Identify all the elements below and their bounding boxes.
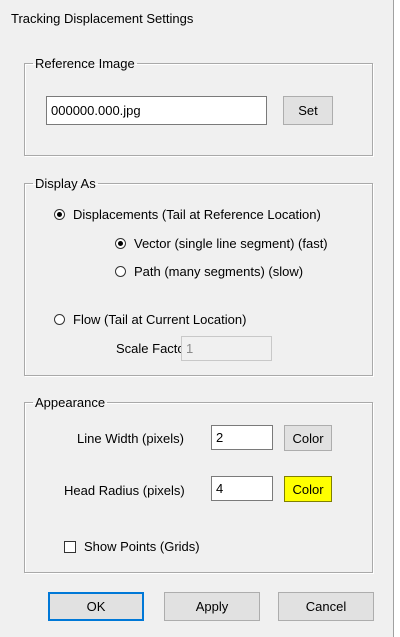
head-radius-input[interactable] [211,476,273,501]
path-radio[interactable] [115,266,126,277]
line-width-input[interactable] [211,425,273,450]
apply-button[interactable]: Apply [164,592,260,621]
head-radius-label: Head Radius (pixels) [64,483,185,498]
path-radio-option[interactable]: Path (many segments) (slow) [115,264,303,279]
flow-label: Flow (Tail at Current Location) [73,312,247,327]
set-button[interactable]: Set [283,96,333,125]
flow-radio[interactable] [54,314,65,325]
reference-image-legend: Reference Image [35,56,135,71]
scale-factor-input [181,336,272,361]
flow-radio-option[interactable]: Flow (Tail at Current Location) [54,312,246,327]
show-points-checkbox[interactable] [64,540,76,553]
vector-radio[interactable] [115,238,126,249]
scale-factor-label: Scale Factor [116,341,189,356]
window-edge [393,0,394,637]
head-color-button[interactable]: Color [284,476,332,502]
settings-dialog: Tracking Displacement Settings Reference… [0,0,393,637]
displacements-radio-option[interactable]: Displacements (Tail at Reference Locatio… [54,207,321,222]
vector-label: Vector (single line segment) (fast) [134,236,328,251]
display-as-legend: Display As [35,176,96,191]
line-color-button[interactable]: Color [284,425,332,451]
line-width-label: Line Width (pixels) [77,431,184,446]
show-points-label: Show Points (Grids) [84,539,200,554]
cancel-button[interactable]: Cancel [278,592,374,621]
appearance-legend: Appearance [35,395,106,410]
displacements-label: Displacements (Tail at Reference Locatio… [73,207,321,222]
displacements-radio[interactable] [54,209,65,220]
path-label: Path (many segments) (slow) [134,264,304,279]
ok-button[interactable]: OK [48,592,144,621]
vector-radio-option[interactable]: Vector (single line segment) (fast) [115,236,328,251]
show-points-option[interactable]: Show Points (Grids) [64,539,200,554]
dialog-title: Tracking Displacement Settings [11,11,194,26]
reference-filename-input[interactable] [46,96,267,125]
